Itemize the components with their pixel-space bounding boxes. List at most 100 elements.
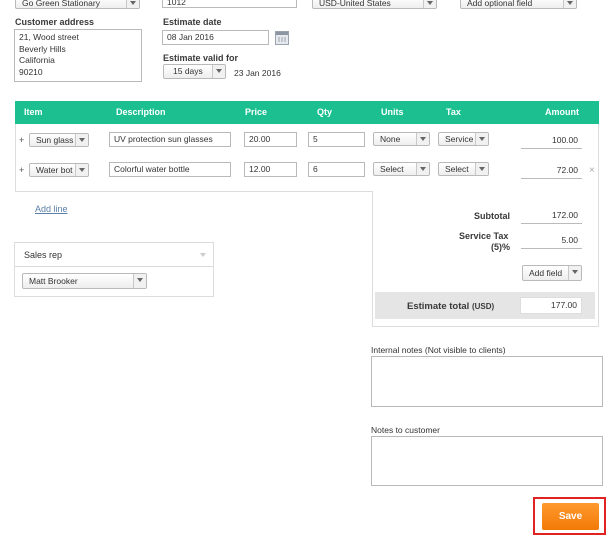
tax-rate-label: (5)% bbox=[491, 242, 511, 252]
internal-notes-label: Internal notes (Not visible to clients) bbox=[371, 345, 506, 355]
customer-address-field[interactable]: 21, Wood street Beverly Hills California… bbox=[14, 29, 142, 82]
chevron-down-icon bbox=[75, 164, 88, 176]
qty-input[interactable]: 5 bbox=[308, 132, 365, 147]
add-line-link[interactable]: Add line bbox=[35, 204, 68, 214]
qty-value: 5 bbox=[313, 134, 318, 144]
item-select[interactable]: Water bot bbox=[29, 163, 89, 177]
column-header-tax: Tax bbox=[446, 107, 461, 117]
description-value: UV protection sun glasses bbox=[114, 134, 213, 144]
optional-field-select-value: Add optional field bbox=[467, 0, 533, 8]
table-border bbox=[598, 124, 599, 327]
estimate-total-text: Estimate total bbox=[407, 301, 470, 312]
estimate-valid-label: Estimate valid for bbox=[163, 53, 239, 63]
price-value: 20.00 bbox=[249, 134, 271, 144]
remove-row-icon[interactable]: × bbox=[589, 165, 595, 176]
currency-select-value: USD-United States bbox=[319, 0, 391, 8]
description-input[interactable]: Colorful water bottle bbox=[109, 162, 231, 177]
divider bbox=[15, 266, 213, 267]
column-header-item: Item bbox=[24, 107, 43, 117]
tax-select-value: Select bbox=[445, 164, 469, 174]
chevron-down-icon bbox=[568, 266, 581, 280]
table-border bbox=[372, 326, 599, 327]
estimate-date-label: Estimate date bbox=[163, 17, 222, 27]
subtotal-field: 172.00 bbox=[521, 209, 582, 224]
add-field-value: Add field bbox=[529, 268, 563, 278]
address-line: Beverly Hills bbox=[19, 43, 66, 54]
item-select-value: Water bot bbox=[36, 165, 73, 175]
amount-value: 72.00 bbox=[556, 165, 578, 175]
tax-field: 5.00 bbox=[521, 234, 582, 249]
table-border bbox=[15, 124, 16, 191]
customer-notes-label: Notes to customer bbox=[371, 425, 440, 435]
chevron-down-icon bbox=[423, 0, 436, 8]
units-select[interactable]: Select bbox=[373, 162, 430, 176]
qty-input[interactable]: 6 bbox=[308, 162, 365, 177]
sales-rep-select[interactable]: Matt Brooker bbox=[22, 273, 147, 289]
item-select[interactable]: Sun glass bbox=[29, 133, 89, 147]
estimate-number-input[interactable]: 1012 bbox=[162, 0, 297, 8]
currency-select[interactable]: USD-United States bbox=[312, 0, 437, 9]
estimate-total-label: Estimate total (USD) bbox=[407, 301, 494, 312]
price-input[interactable]: 12.00 bbox=[244, 162, 297, 177]
tax-select[interactable]: Service bbox=[438, 132, 489, 146]
expand-row-icon[interactable]: + bbox=[19, 165, 24, 175]
description-value: Colorful water bottle bbox=[114, 164, 190, 174]
column-header-description: Description bbox=[116, 107, 166, 117]
qty-value: 6 bbox=[313, 164, 318, 174]
tax-select-value: Service bbox=[445, 134, 474, 144]
subtotal-value: 172.00 bbox=[552, 210, 578, 220]
internal-notes-field[interactable] bbox=[371, 356, 603, 407]
collapse-icon[interactable] bbox=[200, 253, 206, 257]
tax-value: 5.00 bbox=[561, 235, 578, 245]
estimate-number-value: 1012 bbox=[167, 0, 186, 7]
address-line: 90210 bbox=[19, 66, 43, 77]
address-line: 21, Wood street bbox=[19, 32, 79, 42]
column-header-amount: Amount bbox=[545, 107, 579, 117]
add-field-select[interactable]: Add field bbox=[522, 265, 582, 281]
price-input[interactable]: 20.00 bbox=[244, 132, 297, 147]
item-select-value: Sun glass bbox=[36, 135, 74, 145]
tax-select[interactable]: Select bbox=[438, 162, 489, 176]
sales-rep-title: Sales rep bbox=[24, 250, 63, 260]
estimate-total-value: 177.00 bbox=[551, 300, 577, 310]
subtotal-label: Subtotal bbox=[474, 211, 510, 221]
chevron-down-icon bbox=[475, 163, 488, 175]
amount-field: 72.00 bbox=[521, 164, 582, 179]
customer-address-label: Customer address bbox=[15, 17, 95, 27]
expand-row-icon[interactable]: + bbox=[19, 135, 24, 145]
company-select-value: Go Green Stationary bbox=[22, 0, 100, 8]
customer-notes-field[interactable] bbox=[371, 436, 603, 486]
units-select-value: Select bbox=[380, 164, 404, 174]
chevron-down-icon bbox=[416, 133, 429, 145]
chevron-down-icon bbox=[563, 0, 576, 8]
optional-field-select[interactable]: Add optional field bbox=[460, 0, 577, 9]
calendar-icon[interactable] bbox=[275, 31, 289, 45]
estimate-date-input[interactable]: 08 Jan 2016 bbox=[162, 30, 269, 45]
amount-field: 100.00 bbox=[521, 134, 582, 149]
valid-days-select[interactable]: 15 days bbox=[163, 64, 226, 79]
chevron-down-icon bbox=[416, 163, 429, 175]
column-header-price: Price bbox=[245, 107, 268, 117]
chevron-down-icon bbox=[126, 0, 139, 8]
price-value: 12.00 bbox=[249, 164, 271, 174]
chevron-down-icon bbox=[475, 133, 488, 145]
valid-until-date: 23 Jan 2016 bbox=[234, 68, 281, 78]
units-select[interactable]: None bbox=[373, 132, 430, 146]
estimate-date-value: 08 Jan 2016 bbox=[167, 32, 214, 42]
sales-rep-value: Matt Brooker bbox=[29, 276, 78, 286]
table-border bbox=[15, 191, 373, 192]
description-input[interactable]: UV protection sun glasses bbox=[109, 132, 231, 147]
chevron-down-icon bbox=[212, 65, 225, 78]
units-select-value: None bbox=[380, 134, 401, 144]
save-button[interactable]: Save bbox=[542, 503, 599, 530]
estimate-total-currency: (USD) bbox=[471, 302, 495, 311]
estimate-total-field: 177.00 bbox=[520, 297, 582, 314]
column-header-qty: Qty bbox=[317, 107, 333, 117]
items-table-header: Item Description Price Qty Units Tax Amo… bbox=[15, 101, 599, 124]
valid-days-value: 15 days bbox=[173, 66, 203, 76]
amount-value: 100.00 bbox=[552, 135, 578, 145]
column-header-units: Units bbox=[381, 107, 404, 117]
chevron-down-icon bbox=[133, 274, 146, 288]
chevron-down-icon bbox=[75, 134, 88, 146]
company-select[interactable]: Go Green Stationary bbox=[15, 0, 140, 9]
